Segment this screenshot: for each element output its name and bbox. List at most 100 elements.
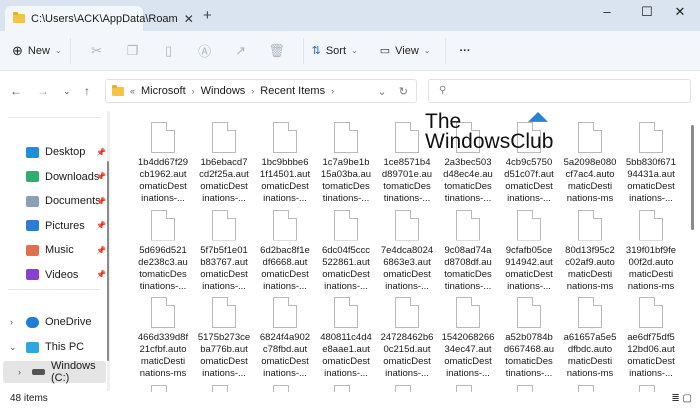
file-item[interactable]: 5d696d521 de238c3.au tomaticDes tinations-.…: [133, 209, 193, 293]
file-item[interactable]: 1bc9bbbe6 1f14501.aut omaticDest inations-.…: [255, 122, 315, 205]
file-name-line: omaticDest: [322, 268, 370, 280]
close-tab-button[interactable]: ✕: [184, 12, 194, 26]
cut-icon[interactable]: ✂: [79, 43, 115, 59]
address-bar[interactable]: « Microsoft › Windows › Recent Items › ⌄ ↻: [105, 79, 417, 103]
maximize-button[interactable]: ☐: [637, 4, 657, 20]
file-item[interactable]: 9cfafb05ce 914942.aut omaticDest inations-.…: [499, 209, 559, 293]
file-name-line: 1f14501.aut: [259, 169, 311, 180]
recent-locations-button[interactable]: ⌄: [63, 86, 71, 97]
sidebar-item-downloads[interactable]: Downloads 📌: [0, 166, 108, 188]
file-item[interactable]: [560, 384, 620, 392]
file-item[interactable]: 1b4dd67f29 cb1962.aut omaticDest inations-.…: [133, 122, 193, 205]
pin-icon[interactable]: 📌: [96, 246, 106, 255]
pin-icon[interactable]: 📌: [96, 270, 106, 279]
address-row: ← → ⌄ ↑ « Microsoft › Windows › Recent Ite…: [0, 71, 700, 111]
file-item[interactable]: a52b0784b d667468.au tomaticDes tinations-.…: [499, 297, 559, 380]
file-item[interactable]: 5bb830f671 94431a.aut omaticDest inations-.…: [621, 122, 681, 205]
file-item[interactable]: 80d13f95c2 c02af9.auto maticDesti nations-m…: [560, 209, 620, 293]
file-item[interactable]: 480811c4d4 e8aae1.aut omaticDest inations-.…: [316, 297, 376, 380]
file-icon: [639, 384, 663, 392]
pin-icon[interactable]: 📌: [96, 221, 106, 230]
large-icons-view-icon[interactable]: ▢: [683, 393, 692, 404]
pin-icon[interactable]: 📌: [96, 197, 106, 206]
tab-bar: C:\Users\ACK\AppData\Roam ✕ + – ☐ ✕: [0, 0, 700, 31]
rename-icon[interactable]: Ⓐ: [187, 41, 223, 60]
file-item[interactable]: 466d339d8f 21cfbf.auto maticDesti nations-m…: [133, 297, 193, 380]
details-view-icon[interactable]: ≣: [671, 393, 679, 404]
search-icon: ⚲: [439, 85, 447, 96]
sidebar-item-music[interactable]: Music 📌: [0, 239, 108, 261]
file-item[interactable]: 5a2098e080 cf7ac4.auto maticDesti nations-m…: [560, 122, 620, 205]
file-item[interactable]: 319f01bf9fe 00f2d.auto maticDesti nations-m…: [621, 209, 681, 293]
share-icon[interactable]: ↗: [223, 43, 259, 59]
new-button[interactable]: ⊕ New ⌄: [12, 43, 62, 59]
pin-icon[interactable]: 📌: [96, 148, 106, 157]
file-grid: 1b4dd67f29 cb1962.aut omaticDest inations-.…: [110, 111, 688, 392]
file-icon: [273, 209, 297, 241]
file-item[interactable]: [255, 384, 315, 392]
file-item[interactable]: 5175b273ce ba776b.aut omaticDest inations-.…: [194, 297, 254, 380]
file-item[interactable]: [438, 384, 498, 392]
more-options-button[interactable]: ···: [460, 45, 471, 57]
file-item[interactable]: 6824f4a902 c78fbd.aut omaticDest inations-.…: [255, 297, 315, 380]
label: Documents: [45, 195, 101, 207]
view-button[interactable]: ▭ View ⌄: [380, 44, 431, 58]
sidebar-item-pictures[interactable]: Pictures 📌: [0, 215, 108, 237]
content-scrollbar[interactable]: [691, 125, 694, 230]
file-item[interactable]: [133, 384, 193, 392]
file-item[interactable]: 1c7a9be1b 15a03ba.au tomaticDes tinations-.…: [316, 122, 376, 205]
file-item[interactable]: 24728462b6 0c215d.aut omaticDest inations-.…: [377, 297, 437, 380]
sidebar-item-onedrive[interactable]: › OneDrive: [0, 311, 108, 333]
file-item[interactable]: 1b6ebacd7 cd2f25a.aut omaticDest inations-.…: [194, 122, 254, 205]
sidebar-item-this-pc[interactable]: ⌄ This PC: [0, 336, 108, 358]
file-name-line: 15a03ba.au: [320, 169, 372, 180]
delete-icon[interactable]: 🗑: [259, 43, 295, 59]
minimize-button[interactable]: –: [597, 4, 617, 19]
file-item[interactable]: 5f7b5f1e01 b83767.aut omaticDest inations-.…: [194, 209, 254, 293]
file-item[interactable]: a61657a5e5 dfbdc.auto maticDesti nations-ms: [560, 297, 620, 380]
file-item[interactable]: 6dc04f5ccc 522861.aut omaticDest inations-.…: [316, 209, 376, 293]
close-window-button[interactable]: ✕: [670, 4, 690, 20]
file-name-line: 24728462b6: [380, 332, 434, 343]
back-button[interactable]: ←: [10, 84, 22, 98]
breadcrumb-windows[interactable]: Windows: [201, 85, 246, 97]
paste-icon[interactable]: ▯: [151, 43, 187, 59]
collapse-icon[interactable]: ⌄: [9, 342, 17, 353]
pin-icon[interactable]: 📌: [96, 172, 106, 181]
label: Music: [45, 244, 74, 256]
file-item[interactable]: [499, 384, 559, 392]
chevron-down-icon: ⌄: [423, 46, 431, 55]
sidebar-item-documents[interactable]: Documents 📌: [0, 190, 108, 212]
forward-button[interactable]: →: [37, 84, 49, 98]
file-icon: [517, 209, 541, 241]
expand-icon[interactable]: ›: [10, 317, 13, 327]
file-item[interactable]: [194, 384, 254, 392]
breadcrumb-recent-items[interactable]: Recent Items: [260, 85, 325, 97]
file-item[interactable]: 9c08ad74a d8708df.au tomaticDes tinations-.…: [438, 209, 498, 293]
sort-button[interactable]: ⇅ Sort ⌄: [312, 44, 358, 58]
file-item[interactable]: [316, 384, 376, 392]
label: Windows (C:): [51, 360, 96, 384]
file-name: 6dc04f5ccc 522861.aut omaticDest inations-.…: [316, 245, 376, 293]
file-item[interactable]: 7e4dca8024 6863e3.aut omaticDest inations-.…: [377, 209, 437, 293]
file-item[interactable]: ae6df75df5 12bd06.aut omaticDest inations-.…: [621, 297, 681, 380]
videos-icon: [26, 269, 39, 280]
sidebar-item-desktop[interactable]: Desktop 📌: [0, 141, 108, 163]
file-item[interactable]: 6d2bac8f1e df6668.aut omaticDest inations-.…: [255, 209, 315, 293]
sidebar-item-windows-c[interactable]: › Windows (C:): [3, 360, 106, 384]
search-input[interactable]: ⚲: [428, 79, 691, 103]
file-name: 4cb9c5750 d51c07f.aut omaticDest inations-.…: [499, 157, 559, 205]
new-tab-button[interactable]: +: [203, 7, 212, 24]
overflow-crumb[interactable]: «: [130, 86, 135, 96]
file-item[interactable]: [621, 384, 681, 392]
file-name-line: maticDesti: [567, 356, 613, 367]
file-item[interactable]: [377, 384, 437, 392]
sidebar-item-videos[interactable]: Videos 📌: [0, 264, 108, 286]
file-item[interactable]: 1542068266 34ec47.aut omaticDest inations-.…: [438, 297, 498, 380]
address-dropdown-refresh[interactable]: ⌄ ↻: [377, 85, 408, 98]
expand-icon[interactable]: ›: [18, 367, 21, 377]
breadcrumb-microsoft[interactable]: Microsoft: [141, 85, 186, 97]
copy-icon[interactable]: ❐: [115, 43, 151, 59]
tab-current[interactable]: C:\Users\ACK\AppData\Roam ✕: [5, 6, 194, 31]
up-button[interactable]: ↑: [84, 84, 90, 98]
